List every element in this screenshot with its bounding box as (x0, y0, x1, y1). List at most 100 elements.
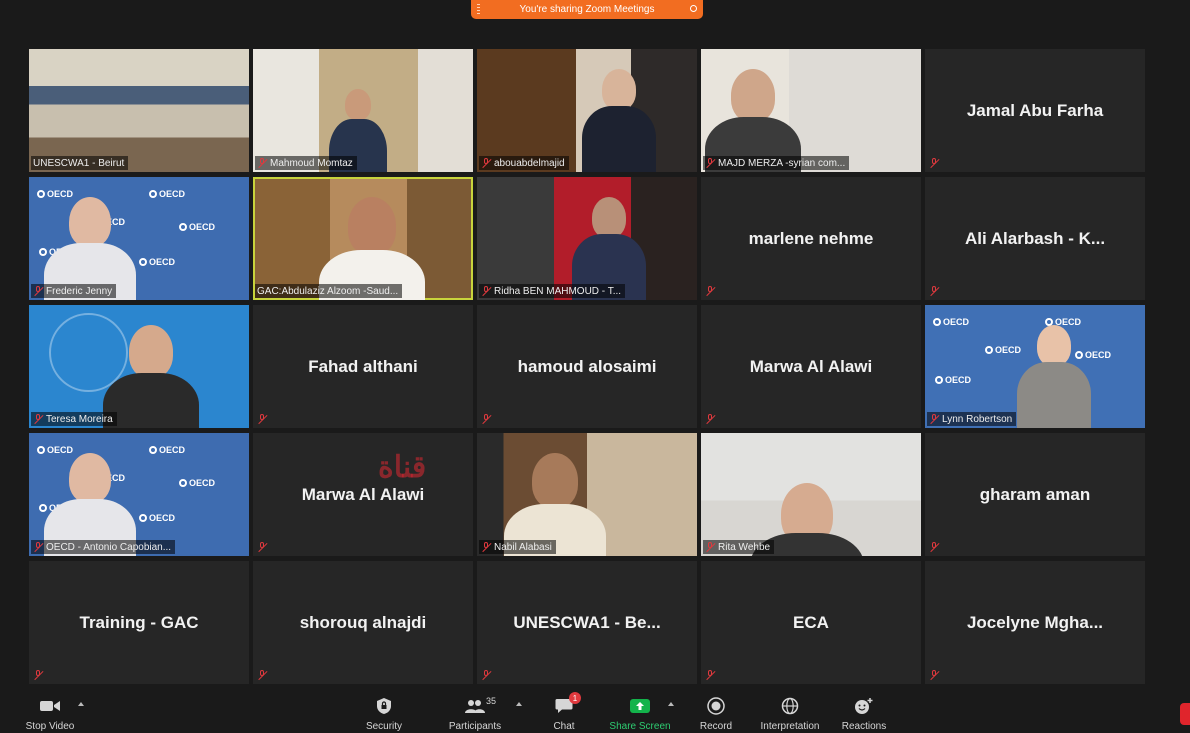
participant-tile-abouabdelmajid[interactable]: abouabdelmajid (477, 49, 697, 172)
chat-label: Chat (553, 721, 575, 732)
muted-mic-icon (481, 542, 491, 552)
stop-share-icon[interactable] (690, 5, 697, 12)
participant-tile-gac-abdulaziz-alzoom-saud[interactable]: GAC:Abdulaziz Alzoom -Saud... (253, 177, 473, 300)
oecd-logo: OECD (139, 257, 175, 267)
participant-name: Marwa Al Alawi (301, 484, 425, 504)
participant-face (345, 89, 371, 121)
participant-name: Marwa Al Alawi (749, 356, 873, 376)
oecd-logo: OECD (935, 375, 971, 385)
participant-face (129, 325, 173, 378)
participant-label-text: Mahmoud Momtaz (270, 157, 353, 169)
chat-button[interactable]: 1 Chat (544, 692, 584, 733)
participant-tile-rita-wehbe[interactable]: Rita Wehbe (701, 433, 921, 556)
muted-mic-icon (705, 158, 715, 168)
gallery-view: UNESCWA1 - Beirut Mahmoud Momtaz abouabdel… (29, 49, 1145, 684)
participant-tile-jocelyne-mgha[interactable]: Jocelyne Mgha... (925, 561, 1145, 684)
participant-name: shorouq alnajdi (299, 612, 427, 632)
muted-mic-icon (33, 414, 43, 424)
security-label: Security (365, 721, 403, 732)
participants-button[interactable]: 35 Participants (444, 693, 506, 733)
participant-name: ECA (793, 612, 829, 632)
participant-name: Ali Alarbash - K... (964, 228, 1106, 248)
participant-tile-ali-alarbash-k[interactable]: Ali Alarbash - K... (925, 177, 1145, 300)
participant-name: Jamal Abu Farha (966, 100, 1104, 120)
participant-tile-mahmoud-momtaz[interactable]: Mahmoud Momtaz (253, 49, 473, 172)
participant-name: Jocelyne Mgha... (966, 612, 1104, 632)
participants-options-chevron-icon[interactable] (516, 702, 522, 706)
meeting-toolbar: Stop Video Security 35 Participants 1 Ch… (0, 692, 1190, 733)
sharing-banner-text: You're sharing Zoom Meetings (519, 4, 655, 15)
oecd-logo: OECD (139, 513, 175, 523)
participant-tile-jamal-abu-farha[interactable]: Jamal Abu Farha (925, 49, 1145, 172)
record-button[interactable]: Record (694, 693, 738, 733)
end-meeting-button[interactable] (1180, 703, 1190, 725)
muted-mic-icon (33, 542, 43, 552)
oecd-logo: OECD (179, 222, 215, 232)
participant-label: Mahmoud Momtaz (255, 156, 357, 170)
participant-tile-frederic-jenny[interactable]: OECDOECDOECDOECDOECDOECDFrederic Jenny (29, 177, 249, 300)
participant-label-text: MAJD MERZA -syrian com... (718, 157, 846, 169)
participant-face (592, 197, 626, 238)
participant-label-text: OECD - Antonio Capobian... (46, 541, 172, 553)
participant-face (69, 197, 111, 248)
participant-face (532, 453, 578, 509)
participant-tile-shorouq-alnajdi[interactable]: shorouq alnajdi (253, 561, 473, 684)
stop-video-button[interactable]: Stop Video (20, 693, 80, 733)
participant-tile-oecd-antonio-capobian[interactable]: OECDOECDOECDOECDOECDOECDOECD - Antonio C… (29, 433, 249, 556)
participant-name: marlene nehme (748, 228, 874, 248)
participant-tile-ridha-ben-mahmoud-t[interactable]: Ridha BEN MAHMOUD - T... (477, 177, 697, 300)
participant-name: Fahad althani (308, 356, 418, 376)
oecd-logo: OECD (149, 189, 185, 199)
participant-tile-marlene-nehme[interactable]: marlene nehme (701, 177, 921, 300)
muted-mic-icon (257, 414, 267, 424)
participant-tile-marwa-al-alawi[interactable]: Marwa Al Alawi (253, 433, 473, 556)
share-screen-label: Share Screen (609, 721, 671, 732)
participant-tile-fahad-althani[interactable]: Fahad althani (253, 305, 473, 428)
participant-label-text: Rita Wehbe (718, 541, 771, 553)
muted-mic-icon (929, 286, 939, 296)
record-label: Record (699, 721, 733, 732)
participant-body (581, 106, 657, 172)
participant-label: UNESCWA1 - Beirut (31, 156, 129, 170)
participants-icon: 35 (465, 695, 496, 717)
interpretation-button[interactable]: Interpretation (754, 693, 826, 733)
participant-face (602, 69, 636, 110)
participant-tile-training-gac[interactable]: Training - GAC (29, 561, 249, 684)
participant-tile-eca[interactable]: ECA (701, 561, 921, 684)
participant-tile-majd-merza-syrian-com[interactable]: MAJD MERZA -syrian com... (701, 49, 921, 172)
share-screen-icon (629, 695, 651, 717)
drag-handle-icon[interactable] (477, 4, 480, 15)
participant-tile-hamoud-alosaimi[interactable]: hamoud alosaimi (477, 305, 697, 428)
oecd-logo: OECD (149, 445, 185, 455)
participant-label-text: Teresa Moreira (46, 413, 113, 425)
participant-tile-lynn-robertson[interactable]: OECDOECDOECDOECDOECDOECDLynn Robertson (925, 305, 1145, 428)
interpretation-label: Interpretation (760, 721, 820, 732)
stop-video-label: Stop Video (25, 721, 75, 732)
participant-tile-gharam-aman[interactable]: gharam aman (925, 433, 1145, 556)
participant-body (102, 373, 200, 428)
participant-tile-unescwa1-be[interactable]: UNESCWA1 - Be... (477, 561, 697, 684)
participant-label: OECD - Antonio Capobian... (31, 540, 176, 554)
participant-tile-teresa-moreira[interactable]: Teresa Moreira (29, 305, 249, 428)
participant-label-text: abouabdelmajid (494, 157, 565, 169)
participant-label: Frederic Jenny (31, 284, 117, 298)
participant-label: Nabil Alabasi (479, 540, 556, 554)
video-options-chevron-icon[interactable] (78, 702, 84, 706)
participant-body (1016, 362, 1092, 428)
security-button[interactable]: Security (358, 693, 410, 733)
participant-tile-marwa-al-alawi[interactable]: Marwa Al Alawi (701, 305, 921, 428)
share-screen-button[interactable]: Share Screen (606, 693, 674, 733)
sharing-banner[interactable]: You're sharing Zoom Meetings (471, 0, 703, 19)
participant-face (731, 69, 775, 122)
reactions-button[interactable]: Reactions (836, 693, 892, 733)
watermark-logo: قناة (378, 450, 427, 485)
reactions-label: Reactions (841, 721, 887, 732)
participant-label: Rita Wehbe (703, 540, 775, 554)
muted-mic-icon (257, 542, 267, 552)
participant-tile-nabil-alabasi[interactable]: Nabil Alabasi (477, 433, 697, 556)
participant-label-text: Frederic Jenny (46, 285, 113, 297)
share-options-chevron-icon[interactable] (668, 702, 674, 706)
participant-tile-unescwa1-beirut[interactable]: UNESCWA1 - Beirut (29, 49, 249, 172)
participant-face (348, 197, 396, 255)
muted-mic-icon (257, 158, 267, 168)
